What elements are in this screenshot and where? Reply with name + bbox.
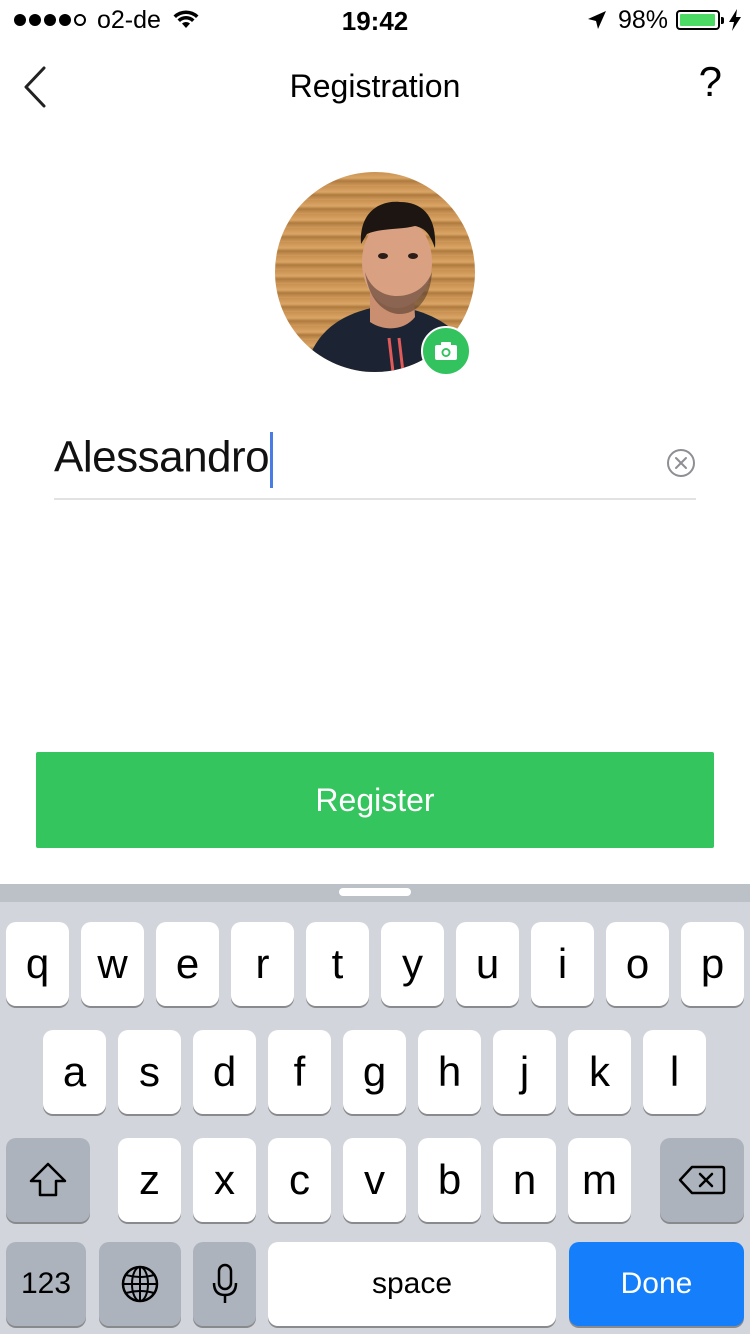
key-a[interactable]: a — [43, 1030, 106, 1114]
key-i[interactable]: i — [531, 922, 594, 1006]
backspace-key[interactable] — [660, 1138, 744, 1222]
shift-key[interactable] — [6, 1138, 90, 1222]
help-button[interactable]: ? — [699, 58, 722, 106]
register-button[interactable]: Register — [36, 752, 714, 848]
battery-icon — [676, 10, 724, 30]
space-key[interactable]: space — [268, 1242, 556, 1326]
name-field[interactable]: Alessandro — [54, 418, 696, 500]
key-y[interactable]: y — [381, 922, 444, 1006]
globe-key[interactable] — [99, 1242, 181, 1326]
key-u[interactable]: u — [456, 922, 519, 1006]
key-b[interactable]: b — [418, 1138, 481, 1222]
key-c[interactable]: c — [268, 1138, 331, 1222]
done-key[interactable]: Done — [569, 1242, 744, 1326]
key-p[interactable]: p — [681, 922, 744, 1006]
status-bar: o2-de 19:42 98% — [0, 0, 750, 40]
shift-arrow-icon — [29, 1162, 67, 1197]
keyboard-handle[interactable] — [339, 888, 411, 896]
key-m[interactable]: m — [568, 1138, 631, 1222]
location-arrow-icon — [587, 11, 606, 29]
key-r[interactable]: r — [231, 922, 294, 1006]
key-w[interactable]: w — [81, 922, 144, 1006]
charging-bolt-icon — [729, 9, 741, 31]
battery-level-fill — [680, 14, 716, 26]
key-j[interactable]: j — [493, 1030, 556, 1114]
battery-percentage: 98% — [617, 5, 668, 34]
backspace-icon — [678, 1165, 726, 1195]
key-e[interactable]: e — [156, 922, 219, 1006]
keyboard: q w e r t y u i o p a s d f g h j k l z … — [0, 884, 750, 1334]
name-input[interactable]: Alessandro — [54, 432, 274, 488]
key-o[interactable]: o — [606, 922, 669, 1006]
text-caret — [270, 432, 274, 488]
key-x[interactable]: x — [193, 1138, 256, 1222]
key-f[interactable]: f — [268, 1030, 331, 1114]
key-q[interactable]: q — [6, 922, 69, 1006]
key-t[interactable]: t — [306, 922, 369, 1006]
camera-icon — [435, 342, 457, 360]
key-g[interactable]: g — [343, 1030, 406, 1114]
globe-icon — [121, 1265, 159, 1303]
key-h[interactable]: h — [418, 1030, 481, 1114]
key-n[interactable]: n — [493, 1138, 556, 1222]
name-input-text: Alessandro — [54, 432, 270, 482]
key-v[interactable]: v — [343, 1138, 406, 1222]
microphone-icon — [212, 1263, 237, 1303]
key-z[interactable]: z — [118, 1138, 181, 1222]
navigation-bar: Registration ? — [0, 40, 750, 130]
dictation-key[interactable] — [193, 1242, 256, 1326]
register-button-label: Register — [315, 781, 435, 818]
key-l[interactable]: l — [643, 1030, 706, 1114]
key-s[interactable]: s — [118, 1030, 181, 1114]
numbers-key[interactable]: 123 — [6, 1242, 86, 1326]
page-title: Registration — [289, 68, 461, 104]
camera-badge[interactable] — [421, 326, 471, 376]
clear-circle-icon[interactable] — [666, 448, 696, 478]
key-k[interactable]: k — [568, 1030, 631, 1114]
key-d[interactable]: d — [193, 1030, 256, 1114]
status-right: 98% — [586, 6, 742, 34]
